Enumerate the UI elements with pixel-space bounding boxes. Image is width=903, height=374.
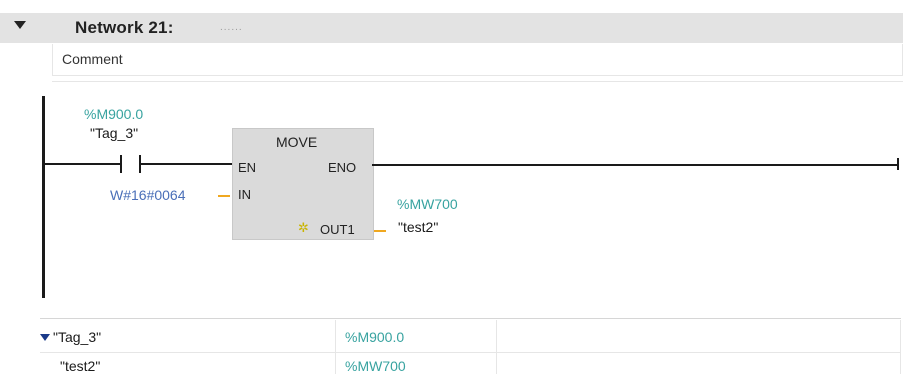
- tag-table-border: [40, 318, 901, 319]
- pin-out1: OUT1: [320, 222, 355, 237]
- table-row-symbol[interactable]: "test2": [60, 358, 100, 374]
- network-title-field[interactable]: ......: [220, 22, 243, 33]
- out-operand-symbol[interactable]: "test2": [398, 219, 438, 235]
- collapse-triangle-icon[interactable]: [14, 21, 26, 29]
- comment-text[interactable]: Comment: [62, 51, 123, 67]
- out-pin-stub: [374, 230, 386, 232]
- divider: [52, 81, 903, 82]
- out-operand-address[interactable]: %MW700: [397, 196, 458, 212]
- rung-end: [897, 158, 899, 170]
- power-rail: [42, 96, 45, 298]
- rung-wire-output: [372, 164, 898, 166]
- pin-eno: ENO: [328, 160, 357, 175]
- expand-row-icon[interactable]: [40, 334, 50, 341]
- contact-address[interactable]: %M900.0: [84, 106, 143, 122]
- tag-table-row-divider: [40, 352, 901, 353]
- pin-in: IN: [238, 187, 251, 202]
- tag-table-column-divider: [335, 320, 336, 374]
- network-title: Network 21:: [75, 18, 174, 37]
- contact-symbol[interactable]: "Tag_3": [90, 125, 138, 141]
- tag-table-column-divider: [496, 320, 497, 374]
- tag-table-column-divider: [900, 320, 901, 374]
- rung-wire-mid: [141, 163, 233, 165]
- add-output-icon[interactable]: ✲: [298, 220, 309, 236]
- rung-wire-input: [45, 163, 121, 165]
- move-block-title: MOVE: [276, 134, 318, 150]
- table-row-symbol[interactable]: "Tag_3": [53, 329, 101, 345]
- in-pin-stub: [218, 195, 230, 197]
- in-operand[interactable]: W#16#0064: [110, 187, 186, 203]
- pin-en: EN: [238, 160, 257, 175]
- no-contact-icon[interactable]: [120, 155, 122, 173]
- table-row-address[interactable]: %M900.0: [345, 329, 404, 345]
- comment-box[interactable]: [52, 44, 903, 76]
- table-row-address[interactable]: %MW700: [345, 358, 406, 374]
